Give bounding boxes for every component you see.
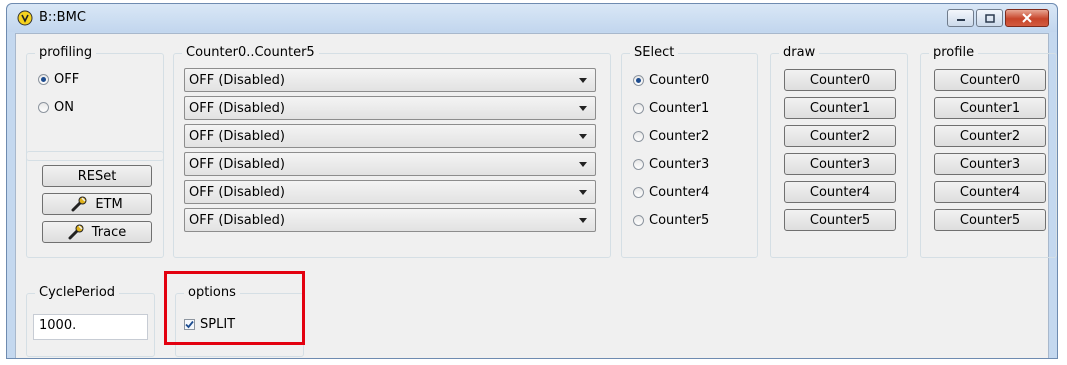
radio-counter5[interactable] [633, 214, 644, 226]
profile-counter4-button[interactable]: Counter4 [934, 181, 1046, 203]
counter2-select[interactable]: OFF (Disabled) [184, 124, 596, 148]
profile-counter5-button[interactable]: Counter5 [934, 209, 1046, 231]
select-counter4-label: Counter4 [649, 184, 710, 200]
profile-counter3-label: Counter3 [959, 156, 1021, 172]
draw-counter4-button[interactable]: Counter4 [784, 181, 896, 203]
profiling-on-option[interactable]: ON [38, 98, 74, 116]
select-counter3-option[interactable]: Counter3 [633, 155, 709, 173]
radio-off[interactable] [38, 73, 49, 85]
etm-label: ETM [95, 196, 123, 212]
radio-on[interactable] [38, 101, 49, 113]
radio-counter1[interactable] [633, 102, 644, 114]
profile-counter1-label: Counter1 [959, 100, 1021, 116]
window-title: B::BMC [39, 10, 86, 25]
counter2-value: OFF (Disabled) [189, 128, 285, 144]
counter5-select[interactable]: OFF (Disabled) [184, 208, 596, 232]
reset-button[interactable]: RESet [42, 165, 152, 187]
draw-counter5-label: Counter5 [809, 212, 871, 228]
profile-legend: profile [929, 45, 979, 61]
profile-counter4-label: Counter4 [959, 184, 1021, 200]
trace-button[interactable]: Trace [42, 221, 152, 243]
wrench-icon [71, 196, 87, 212]
draw-counter0-button[interactable]: Counter0 [784, 69, 896, 91]
draw-legend: draw [779, 45, 820, 61]
dropdown-arrow-icon [579, 218, 587, 223]
maximize-icon [984, 13, 995, 23]
radio-counter4[interactable] [633, 186, 644, 198]
select-counter2-label: Counter2 [649, 128, 710, 144]
counter3-value: OFF (Disabled) [189, 156, 285, 172]
draw-group: draw Counter0 Counter1 Counter2 Counter3… [770, 45, 908, 258]
draw-counter0-label: Counter0 [809, 72, 871, 88]
trace-label: Trace [91, 224, 127, 240]
select-counter5-label: Counter5 [649, 212, 710, 228]
profiling-off-label: OFF [54, 71, 80, 87]
dropdown-arrow-icon [579, 134, 587, 139]
etm-button[interactable]: ETM [42, 193, 152, 215]
profile-counter0-button[interactable]: Counter0 [934, 69, 1046, 91]
close-button[interactable] [1005, 9, 1049, 27]
draw-counter2-button[interactable]: Counter2 [784, 125, 896, 147]
select-counter5-option[interactable]: Counter5 [633, 211, 709, 229]
select-counter4-option[interactable]: Counter4 [633, 183, 709, 201]
titlebar[interactable]: B::BMC [7, 4, 1057, 32]
counter0-value: OFF (Disabled) [189, 72, 285, 88]
profile-counter1-button[interactable]: Counter1 [934, 97, 1046, 119]
select-counter1-option[interactable]: Counter1 [633, 99, 709, 117]
counter4-select[interactable]: OFF (Disabled) [184, 180, 596, 204]
profiling-group: profiling OFF ON [26, 45, 164, 161]
highlight-box [164, 271, 305, 345]
profile-counter3-button[interactable]: Counter3 [934, 153, 1046, 175]
counter3-select[interactable]: OFF (Disabled) [184, 152, 596, 176]
dropdown-arrow-icon [579, 162, 587, 167]
dropdown-arrow-icon [579, 78, 587, 83]
select-group: SElect Counter0 Counter1 Counter2 Counte… [621, 45, 758, 258]
select-counter2-option[interactable]: Counter2 [633, 127, 709, 145]
dropdown-arrow-icon [579, 106, 587, 111]
profiling-actions-group: RESet ETM Trace [26, 151, 164, 258]
draw-counter3-button[interactable]: Counter3 [784, 153, 896, 175]
counter1-value: OFF (Disabled) [189, 100, 285, 116]
draw-counter2-label: Counter2 [809, 128, 871, 144]
cycleperiod-group: CyclePeriod 1000. [26, 285, 155, 357]
minimize-button[interactable] [947, 9, 974, 27]
select-counter0-label: Counter0 [649, 72, 710, 88]
profile-counter2-label: Counter2 [959, 128, 1021, 144]
maximize-button[interactable] [976, 9, 1003, 27]
counters-legend: Counter0..Counter5 [182, 45, 319, 61]
dropdown-arrow-icon [579, 190, 587, 195]
profile-counter5-label: Counter5 [959, 212, 1021, 228]
profile-counter2-button[interactable]: Counter2 [934, 125, 1046, 147]
select-counter0-option[interactable]: Counter0 [633, 71, 709, 89]
app-icon [17, 10, 33, 26]
counter5-value: OFF (Disabled) [189, 212, 285, 228]
draw-counter4-label: Counter4 [809, 184, 871, 200]
radio-counter2[interactable] [633, 130, 644, 142]
profile-counter0-label: Counter0 [959, 72, 1021, 88]
draw-counter1-label: Counter1 [809, 100, 871, 116]
draw-counter1-button[interactable]: Counter1 [784, 97, 896, 119]
profiling-on-label: ON [54, 99, 74, 115]
counter4-value: OFF (Disabled) [189, 184, 285, 200]
minimize-icon [956, 19, 965, 21]
draw-counter3-label: Counter3 [809, 156, 871, 172]
draw-counter5-button[interactable]: Counter5 [784, 209, 896, 231]
close-icon [1022, 13, 1032, 23]
radio-counter3[interactable] [633, 158, 644, 170]
counters-group: Counter0..Counter5 OFF (Disabled) OFF (D… [173, 45, 611, 258]
profile-group: profile Counter0 Counter1 Counter2 Count… [920, 45, 1057, 258]
cycleperiod-legend: CyclePeriod [35, 285, 120, 301]
select-counter1-label: Counter1 [649, 100, 710, 116]
profiling-off-option[interactable]: OFF [38, 70, 79, 88]
select-counter3-label: Counter3 [649, 156, 710, 172]
wrench-icon [68, 224, 84, 240]
counter0-select[interactable]: OFF (Disabled) [184, 68, 596, 92]
cycleperiod-input[interactable]: 1000. [33, 314, 148, 340]
select-legend: SElect [630, 45, 679, 61]
counter1-select[interactable]: OFF (Disabled) [184, 96, 596, 120]
profiling-legend: profiling [35, 45, 97, 61]
reset-label: RESet [77, 168, 117, 184]
radio-counter0[interactable] [633, 74, 644, 86]
